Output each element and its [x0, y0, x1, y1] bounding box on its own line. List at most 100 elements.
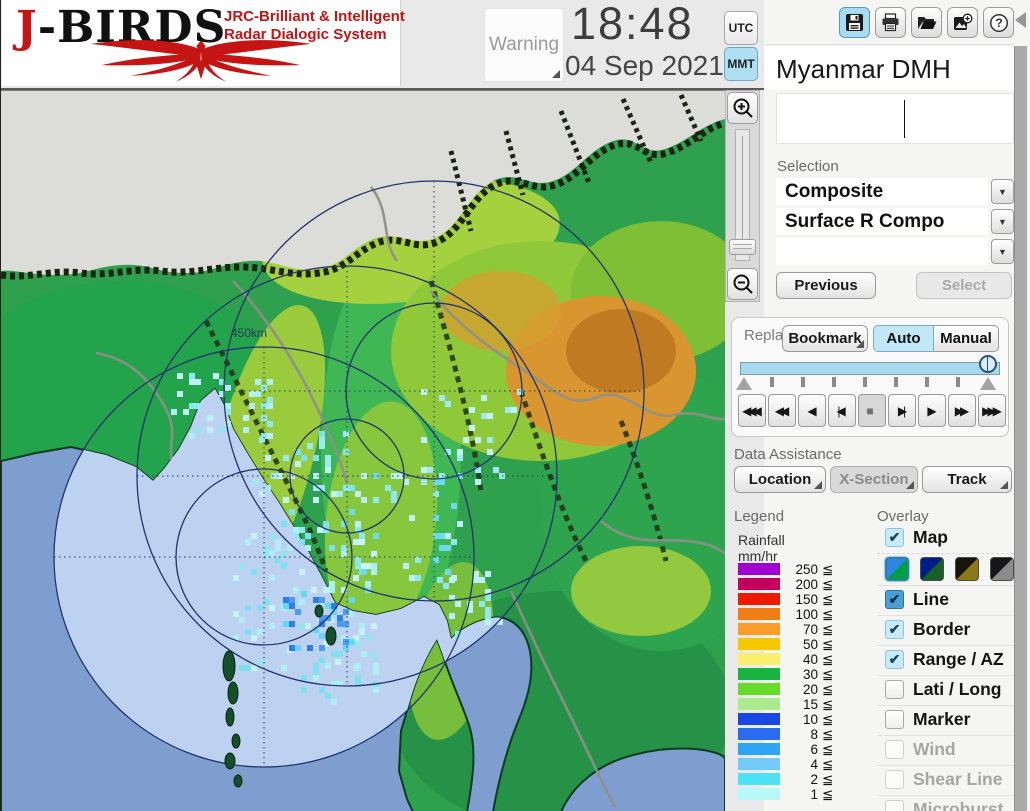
legend-swatch	[738, 593, 780, 605]
legend-value: 30	[802, 667, 818, 682]
legend-suffix: ≦	[822, 577, 834, 592]
map-style-tile-4[interactable]	[990, 557, 1014, 581]
selection-label: Selection	[777, 158, 839, 175]
vertical-scrollbar[interactable]	[1014, 46, 1027, 811]
checkbox-marker[interactable]	[885, 710, 904, 729]
data-assistance-label: Data Assistance	[734, 446, 842, 463]
fast-rewind-button[interactable]: ◀◀	[768, 394, 796, 427]
open-folder-button[interactable]	[911, 7, 942, 38]
save-button[interactable]	[839, 7, 870, 38]
product-dropdown-value[interactable]: Surface R Compo	[776, 208, 988, 235]
composite-dropdown-value[interactable]: Composite	[776, 178, 988, 205]
legend-value: 200	[795, 577, 818, 592]
overlay-label: Overlay	[877, 508, 929, 525]
stop-button[interactable]: ■	[858, 394, 886, 427]
zoom-out-icon	[733, 274, 753, 294]
legend-suffix: ≦	[822, 742, 834, 757]
track-button[interactable]: Track	[922, 466, 1012, 493]
overlay-item-wind: Wind	[877, 735, 1014, 765]
dropdown-row-2: Surface R Compo ▼	[776, 208, 1024, 235]
composite-dropdown-button[interactable]: ▼	[991, 179, 1014, 204]
play-button[interactable]: ▶	[918, 394, 946, 427]
checkbox-map[interactable]: ✔	[885, 528, 904, 547]
site-title: Myanmar DMH	[776, 54, 951, 84]
header-bar: J-BIRDS JRC-Brilliant & Intelligent Rada…	[1, 0, 764, 90]
overlay-item-label: Map	[913, 527, 948, 547]
dropdown-row-1: Composite ▼	[776, 178, 1024, 205]
fastest-rewind-button[interactable]: ◀◀◀	[738, 394, 766, 427]
replay-panel: Replay Bookmark Auto Manual ◀◀◀ ◀◀ ◀ |◀ ■ ▶| ▶…	[731, 317, 1009, 437]
add-image-button[interactable]	[947, 7, 978, 38]
legend-suffix: ≦	[822, 667, 834, 682]
map-style-tile-2[interactable]	[920, 557, 944, 581]
overlay-item-shear-line: Shear Line	[877, 765, 1014, 795]
legend-suffix: ≦	[822, 727, 834, 742]
print-button[interactable]	[875, 7, 906, 38]
zoom-slider-handle[interactable]	[729, 239, 756, 255]
overlay-item-label: Range / AZ	[913, 649, 1004, 669]
legend-swatch	[738, 788, 780, 800]
slider-start-marker	[736, 377, 752, 390]
print-icon	[882, 13, 899, 32]
option-dropdown-value[interactable]	[776, 238, 988, 265]
step-last-button[interactable]: ▶|	[888, 394, 916, 427]
help-button[interactable]: ?	[983, 7, 1014, 38]
corner-triangle-icon	[906, 481, 914, 489]
map-zoom-control	[725, 90, 760, 302]
legend-swatch	[738, 578, 780, 590]
map-style-tile-1[interactable]	[885, 557, 909, 581]
checkbox-lati-long[interactable]	[885, 680, 904, 699]
select-button[interactable]: Select	[916, 272, 1012, 299]
x-section-button[interactable]: X-Section	[830, 466, 918, 493]
map-style-tile-3[interactable]	[955, 557, 979, 581]
clock-time: 18:48	[571, 0, 694, 49]
mmt-button[interactable]: MMT	[724, 47, 758, 81]
manual-mode-button[interactable]: Manual	[934, 325, 999, 352]
legend-suffix: ≦	[822, 592, 834, 607]
checkbox-border[interactable]: ✔	[885, 620, 904, 639]
legend-label: Legend	[734, 508, 785, 525]
checkbox-line[interactable]: ✔	[885, 590, 904, 609]
zoom-in-button[interactable]	[727, 92, 758, 124]
play-backward-button[interactable]: ◀	[798, 394, 826, 427]
legend-value: 6	[810, 742, 818, 757]
auto-mode-button[interactable]: Auto	[873, 325, 934, 352]
option-dropdown-button[interactable]: ▼	[991, 239, 1014, 264]
product-dropdown-button[interactable]: ▼	[991, 209, 1014, 234]
overlay-item-map: ✔ Map	[877, 524, 1014, 553]
previous-button[interactable]: Previous	[776, 272, 876, 299]
corner-triangle-icon	[552, 70, 560, 78]
replay-slider-track[interactable]	[740, 362, 1000, 375]
app-logo: J-BIRDS JRC-Brilliant & Intelligent Rada…	[2, 0, 405, 86]
checkbox-range-az[interactable]: ✔	[885, 650, 904, 669]
status-box[interactable]	[776, 93, 1014, 144]
overlay-item-line: ✔ Line	[877, 585, 1014, 615]
checkbox-microburst	[885, 800, 904, 811]
legend-value: 20	[802, 682, 818, 697]
zoom-out-button[interactable]	[727, 268, 758, 300]
slider-tick	[832, 377, 836, 387]
dropdown-row-3: ▼	[776, 238, 1024, 265]
slider-tick	[770, 377, 774, 387]
warning-button[interactable]: Warning	[484, 8, 564, 82]
radar-map-viewport[interactable]: 450km	[1, 90, 725, 811]
fastest-forward-button[interactable]: ▶▶▶	[978, 394, 1006, 427]
chevron-down-icon: ▼	[998, 186, 1007, 197]
legend-suffix: ≦	[822, 787, 834, 802]
legend-value: 8	[810, 727, 818, 742]
fast-forward-button[interactable]: ▶▶	[948, 394, 976, 427]
checkbox-shear-line	[885, 770, 904, 789]
radar-map[interactable]: 450km	[1, 91, 725, 811]
overlay-item-label: Shear Line	[913, 769, 1003, 789]
bookmark-button[interactable]: Bookmark	[782, 325, 868, 352]
location-button[interactable]: Location	[734, 466, 826, 493]
legend-swatch	[738, 638, 780, 650]
step-first-button[interactable]: |◀	[828, 394, 856, 427]
legend-suffix: ≦	[822, 712, 834, 727]
jbirds-window: J-BIRDS JRC-Brilliant & Intelligent Rada…	[0, 0, 1030, 811]
legend-suffix: ≦	[822, 637, 834, 652]
panel-collapse-arrow-icon[interactable]	[1015, 12, 1026, 28]
utc-button[interactable]: UTC	[724, 11, 758, 45]
replay-slider-handle[interactable]	[979, 355, 997, 373]
open-folder-icon	[917, 17, 936, 29]
